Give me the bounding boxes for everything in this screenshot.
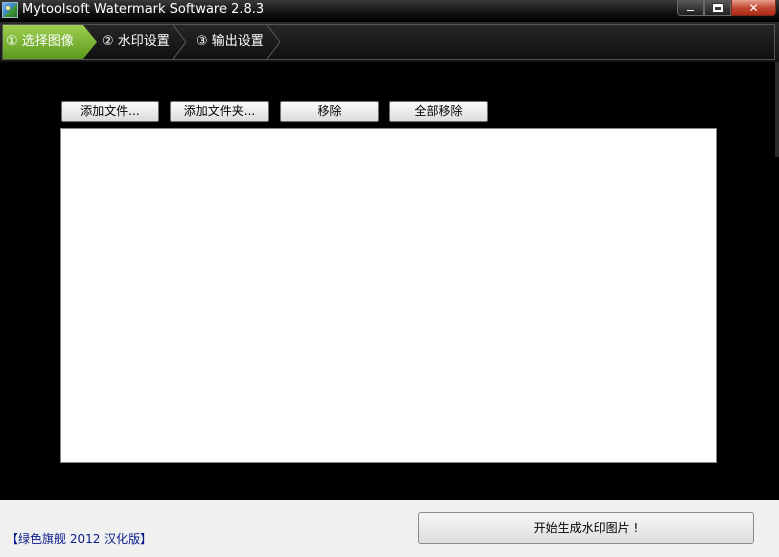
app-landscape-icon — [2, 2, 18, 18]
maximize-button[interactable] — [704, 0, 731, 16]
close-icon: ✕ — [748, 0, 759, 15]
tab-select-images[interactable]: ① 选择图像 — [3, 25, 97, 59]
tab-output-settings[interactable]: ③ 输出设置 — [193, 25, 264, 59]
tab-watermark-settings[interactable]: ② 水印设置 — [99, 25, 170, 59]
add-folder-button[interactable]: 添加文件夹... — [170, 101, 269, 122]
start-watermark-button[interactable]: 开始生成水印图片 ! — [418, 512, 754, 544]
minimize-icon — [686, 9, 695, 12]
footer-panel: 【绿色旗舰 2012 汉化版】 开始生成水印图片 ! — [0, 500, 779, 557]
remove-all-button[interactable]: 全部移除 — [389, 101, 488, 122]
maximize-icon — [711, 2, 724, 13]
remove-button[interactable]: 移除 — [280, 101, 379, 122]
image-file-list[interactable] — [60, 128, 717, 463]
step-navigation: ① 选择图像 ② 水印设置 ③ 输出设置 — [0, 22, 779, 62]
window-title: Mytoolsoft Watermark Software 2.8.3 — [22, 2, 265, 17]
title-bar[interactable]: Mytoolsoft Watermark Software 2.8.3 ✕ — [0, 0, 779, 22]
window-controls: ✕ — [677, 0, 776, 17]
scrollbar-edge — [775, 62, 779, 157]
step-separator-icon — [267, 25, 281, 59]
close-button[interactable]: ✕ — [731, 0, 776, 16]
credit-label: 【绿色旗舰 2012 汉化版】 — [6, 532, 153, 546]
minimize-button[interactable] — [677, 0, 704, 16]
step-navigation-inner: ① 选择图像 ② 水印设置 ③ 输出设置 — [2, 24, 775, 60]
step-separator-icon — [173, 25, 187, 59]
add-file-button[interactable]: 添加文件... — [61, 101, 159, 122]
